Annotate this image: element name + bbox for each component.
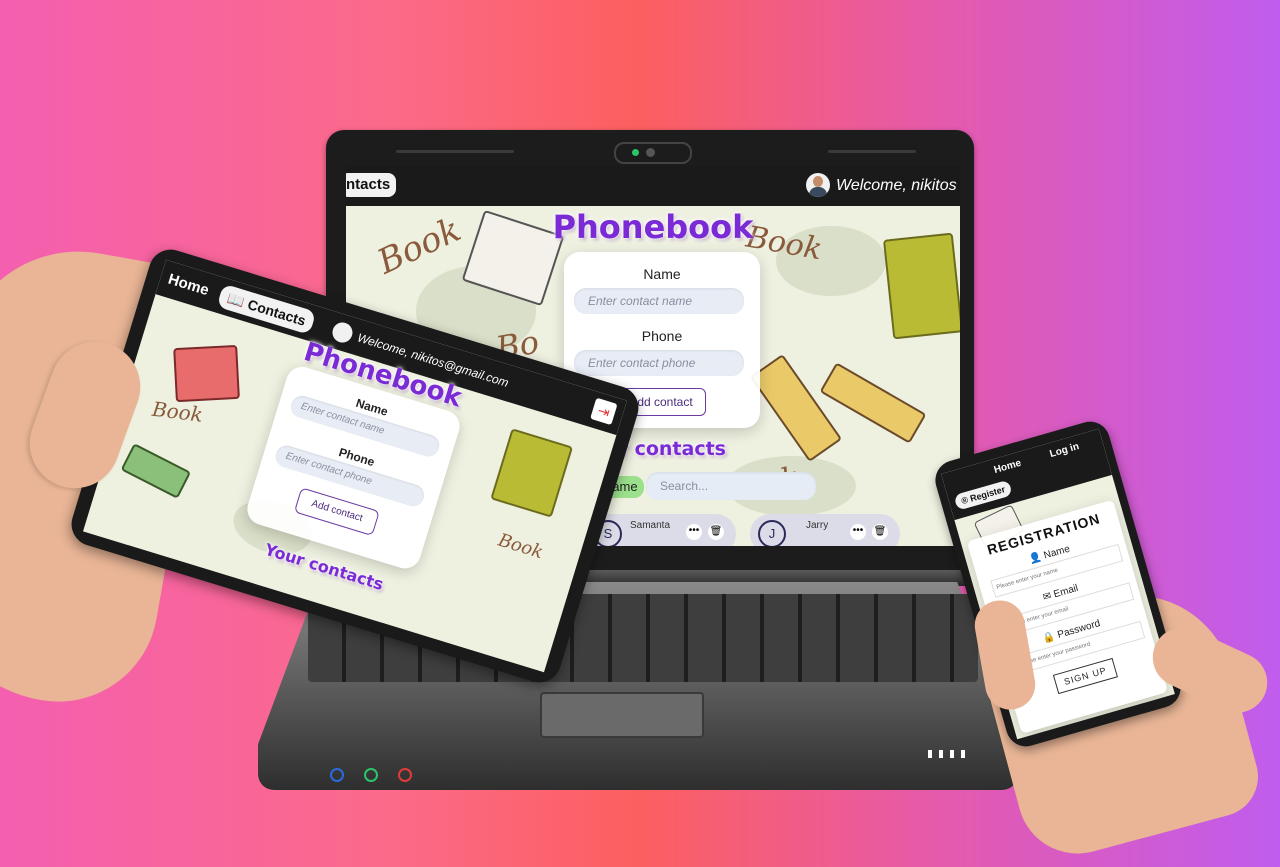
avatar (329, 320, 355, 345)
welcome-text: Welcome, nikitos (836, 177, 957, 194)
nav-register-label: Register (968, 484, 1007, 504)
phone-input[interactable]: Enter contact phone (574, 350, 744, 376)
lock-icon: 🔒 (1041, 631, 1057, 646)
tab-contacts[interactable]: ntacts (346, 173, 397, 197)
nav-register[interactable]: ® Register (953, 479, 1013, 511)
contact-item[interactable]: J Jarry ••• 🗑 (750, 514, 900, 546)
add-contact-button[interactable]: Add contact (293, 487, 380, 537)
nav-login[interactable]: Log in (1049, 441, 1081, 460)
delete-icon[interactable]: 🗑 (872, 524, 888, 540)
name-label: Name (643, 266, 681, 282)
laptop-header: ntacts Welcome, nikitos (346, 166, 960, 206)
contact-name: Samanta (630, 520, 671, 531)
signup-button[interactable]: SIGN UP (1052, 657, 1118, 695)
camera-icon (614, 142, 692, 164)
mail-icon: ✉ (1041, 590, 1053, 604)
contact-item[interactable]: S Samanta ••• 🗑 (586, 514, 736, 546)
more-icon[interactable]: ••• (686, 524, 702, 540)
page-title: Phonebook (552, 208, 754, 246)
more-icon[interactable]: ••• (850, 524, 866, 540)
contact-name: Jarry (806, 520, 829, 531)
delete-icon[interactable]: 🗑 (708, 524, 724, 540)
phone-label: Phone (641, 328, 683, 344)
user-icon: 👤 (1027, 551, 1043, 566)
nav-home[interactable]: Home (993, 458, 1023, 476)
port-green-icon (364, 768, 378, 782)
name-input[interactable]: Enter contact name (574, 288, 744, 314)
avatar (806, 173, 830, 197)
search-input[interactable]: Search... (646, 472, 816, 500)
touchpad[interactable] (540, 692, 704, 738)
logout-icon[interactable]: ⇥ (590, 397, 618, 426)
status-lights (928, 750, 972, 758)
register-icon: ® (960, 494, 970, 507)
port-blue-icon (330, 768, 344, 782)
contact-initial: J (758, 520, 786, 546)
port-red-icon (398, 768, 412, 782)
